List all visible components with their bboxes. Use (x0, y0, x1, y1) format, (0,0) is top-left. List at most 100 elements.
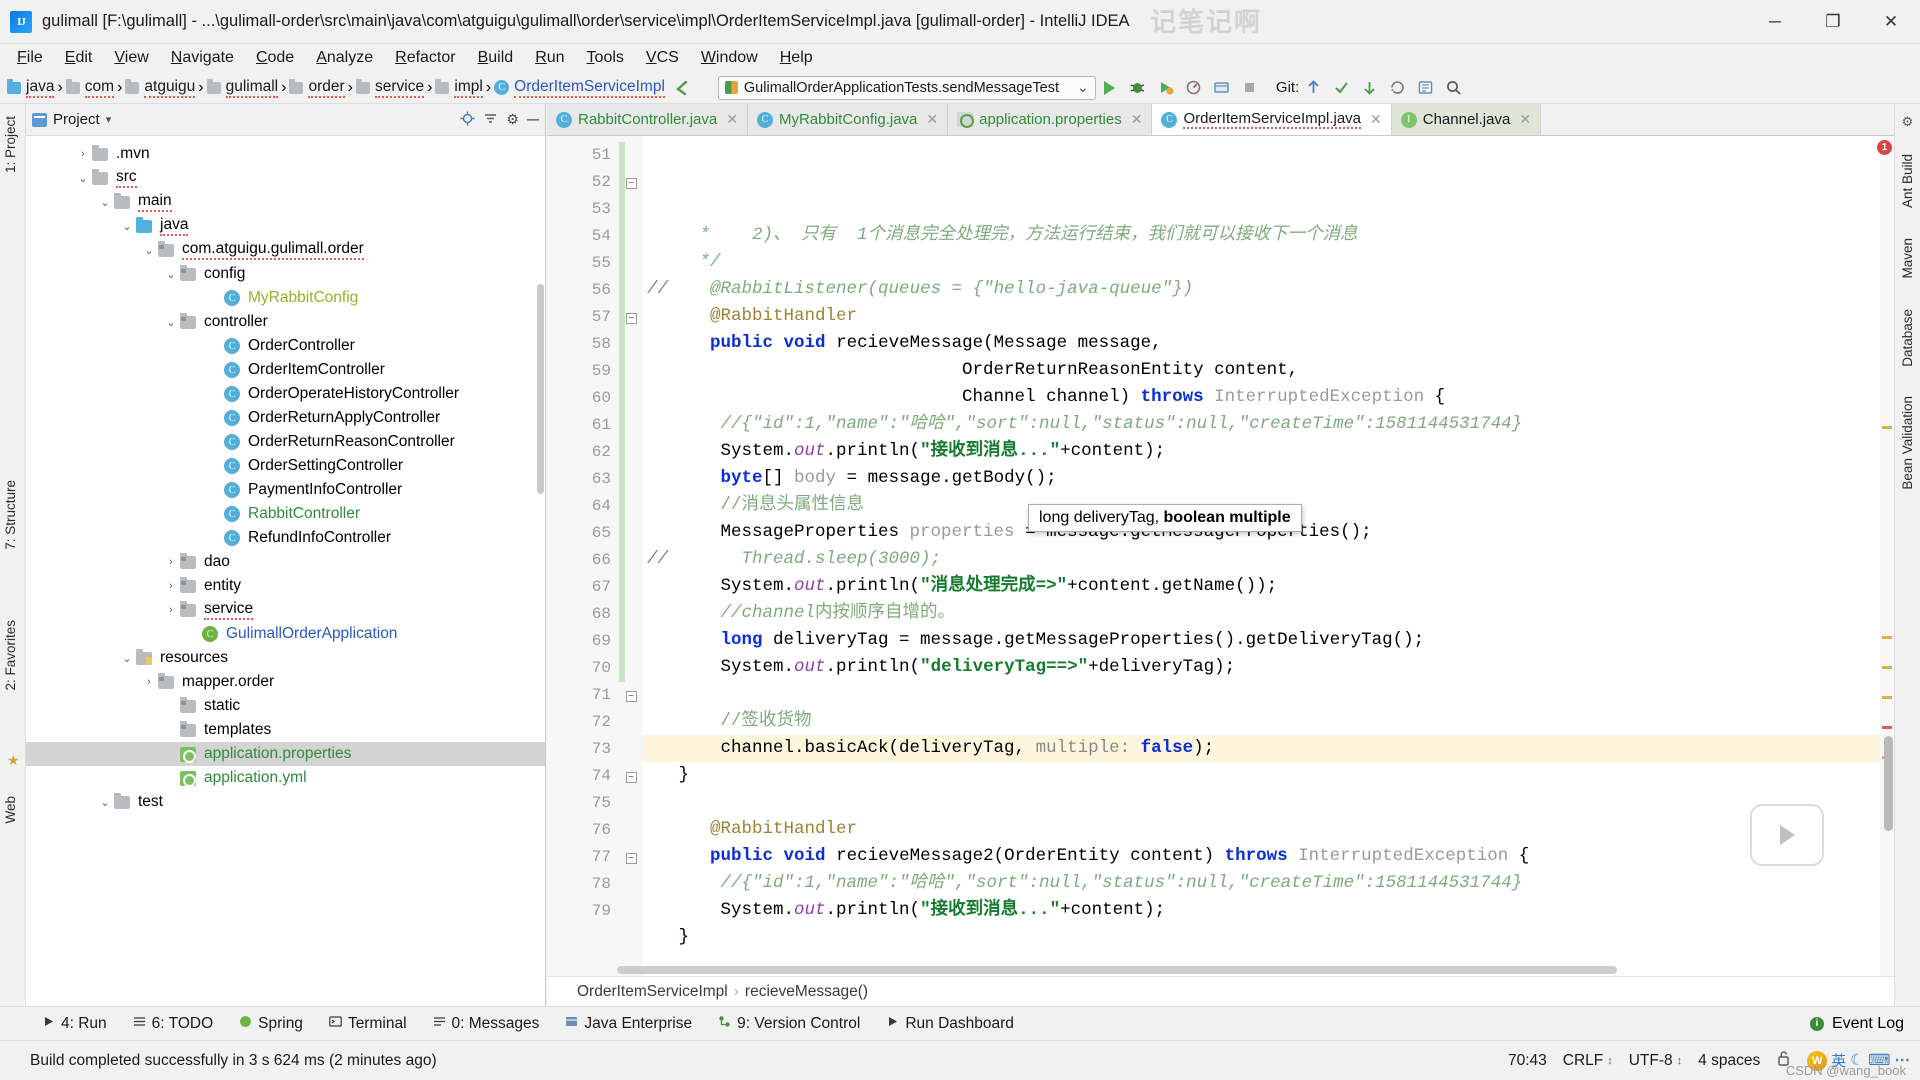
tree-node-application-yml[interactable]: application.yml (26, 766, 545, 790)
menu-item-run[interactable]: Run (524, 46, 575, 70)
tree-node-rabbitcontroller[interactable]: C RabbitController (26, 502, 545, 526)
minimize-button[interactable]: ─ (1746, 0, 1804, 44)
breadcrumb-item-impl[interactable]: impl (432, 78, 485, 98)
tool-window-4-run[interactable]: 4: Run (30, 1011, 119, 1037)
editor-vertical-scrollbar[interactable] (1884, 736, 1893, 831)
run-button[interactable] (1096, 74, 1124, 102)
menu-item-edit[interactable]: Edit (54, 46, 104, 70)
close-icon[interactable]: ✕ (1519, 111, 1531, 128)
chevron-down-icon[interactable]: ⌄ (162, 316, 180, 329)
tree-node-gulimallorderapplication[interactable]: C GulimallOrderApplication (26, 622, 545, 646)
breadcrumb-item-order[interactable]: order (286, 78, 347, 98)
tree-node-orderreturnreasoncontroller[interactable]: C OrderReturnReasonController (26, 430, 545, 454)
chevron-right-icon[interactable]: › (140, 676, 158, 688)
editor-tab-rabbitcontroller-java[interactable]: C RabbitController.java ✕ (547, 104, 748, 135)
tree-node-com-atguigu-gulimall-order[interactable]: ⌄ com.atguigu.gulimall.order (26, 238, 545, 262)
tree-node-orderitemcontroller[interactable]: C OrderItemController (26, 358, 545, 382)
chevron-down-icon[interactable]: ⌄ (162, 268, 180, 281)
chevron-down-icon[interactable]: ⌄ (96, 796, 114, 809)
warning-stripe-mark[interactable] (1882, 666, 1892, 669)
menu-item-code[interactable]: Code (245, 46, 305, 70)
close-button[interactable]: ✕ (1862, 0, 1920, 44)
chevron-down-icon[interactable]: ⌄ (140, 244, 158, 257)
tool-window-java-enterprise[interactable]: Java Enterprise (553, 1011, 704, 1037)
show-history-icon[interactable] (1411, 74, 1439, 102)
debug-icon[interactable] (1124, 74, 1152, 102)
close-icon[interactable]: ✕ (1131, 111, 1143, 128)
right-strip-label-ant-build[interactable]: Ant Build (1900, 148, 1915, 214)
right-strip-label-database[interactable]: Database (1900, 303, 1915, 373)
back-arrow-icon[interactable] (668, 74, 696, 102)
tree-node-config[interactable]: ⌄ config (26, 262, 545, 286)
git-update-icon[interactable] (1299, 74, 1327, 102)
error-stripe-gutter[interactable]: 1 (1877, 136, 1894, 976)
close-icon[interactable]: ✕ (726, 111, 738, 128)
breadcrumb-item-gulimall[interactable]: gulimall (204, 78, 282, 98)
breadcrumb-item-com[interactable]: com (63, 78, 117, 98)
collapse-all-icon[interactable] (483, 111, 498, 129)
tool-window-run-dashboard[interactable]: Run Dashboard (874, 1011, 1026, 1037)
breadcrumb-item-orderitemserviceimpl[interactable]: C OrderItemServiceImpl (491, 78, 668, 98)
menu-item-navigate[interactable]: Navigate (160, 46, 245, 70)
encoding-chip[interactable]: UTF-8 ↕ (1629, 1052, 1682, 1070)
chevron-right-icon[interactable]: › (162, 556, 180, 568)
tree-node-application-properties[interactable]: application.properties (26, 742, 545, 766)
breadcrumb-item-service[interactable]: service (353, 78, 427, 98)
tree-node-templates[interactable]: templates (26, 718, 545, 742)
tree-node-test[interactable]: ⌄ test (26, 790, 545, 814)
menu-item-vcs[interactable]: VCS (635, 46, 690, 70)
tree-node-entity[interactable]: › entity (26, 574, 545, 598)
run-with-coverage-icon[interactable] (1152, 74, 1180, 102)
indent-chip[interactable]: 4 spaces (1698, 1052, 1760, 1070)
tree-node-mapper-order[interactable]: › mapper.order (26, 670, 545, 694)
warning-stripe-mark[interactable] (1882, 426, 1892, 429)
chevron-right-icon[interactable]: › (74, 148, 92, 160)
chevron-down-icon[interactable]: ⌄ (96, 196, 114, 209)
fold-toggle[interactable]: − (619, 844, 643, 871)
tree-node-refundinfocontroller[interactable]: C RefundInfoController (26, 526, 545, 550)
right-strip-gear-icon[interactable]: ⚙ (1902, 114, 1914, 130)
error-count-badge[interactable]: 1 (1877, 140, 1892, 155)
menu-item-refactor[interactable]: Refactor (384, 46, 466, 70)
tool-window-spring[interactable]: Spring (227, 1011, 315, 1037)
editor-horizontal-scrollbar[interactable] (617, 966, 1617, 974)
tool-window-terminal[interactable]: Terminal (317, 1011, 419, 1037)
tree-node--mvn[interactable]: › .mvn (26, 142, 545, 166)
chevron-down-icon[interactable]: ⌄ (74, 172, 92, 185)
tree-node-myrabbitconfig[interactable]: C MyRabbitConfig (26, 286, 545, 310)
chevron-down-icon[interactable]: ⌄ (118, 220, 136, 233)
chevron-right-icon[interactable]: › (162, 580, 180, 592)
stop-icon[interactable] (1236, 74, 1264, 102)
locate-icon[interactable] (460, 111, 475, 129)
editor-tab-channel-java[interactable]: I Channel.java ✕ (1391, 104, 1542, 135)
chevron-down-icon[interactable]: ▾ (106, 113, 112, 126)
sidebar-item-favorites[interactable]: 2: Favorites (3, 614, 18, 697)
tree-node-java[interactable]: ⌄ java (26, 214, 545, 238)
right-strip-label-maven[interactable]: Maven (1900, 232, 1915, 285)
tool-window-0-messages[interactable]: 0: Messages (421, 1011, 552, 1037)
search-everywhere-icon[interactable] (1439, 74, 1467, 102)
git-history-icon[interactable] (1383, 74, 1411, 102)
maximize-button[interactable]: ❐ (1804, 0, 1862, 44)
event-log-button[interactable]: Event Log (1832, 1015, 1904, 1033)
menu-item-tools[interactable]: Tools (576, 46, 635, 70)
project-tree-scrollbar[interactable] (537, 284, 544, 494)
menu-item-window[interactable]: Window (690, 46, 769, 70)
tree-node-main[interactable]: ⌄ main (26, 190, 545, 214)
git-commit-icon[interactable] (1327, 74, 1355, 102)
sidebar-item-structure[interactable]: 7: Structure (3, 474, 18, 556)
editor-tab-myrabbitconfig-java[interactable]: C MyRabbitConfig.java ✕ (747, 104, 949, 135)
hide-icon[interactable]: ─ (527, 111, 539, 128)
tree-node-static[interactable]: static (26, 694, 545, 718)
tree-node-ordercontroller[interactable]: C OrderController (26, 334, 545, 358)
breadcrumb-method[interactable]: recieveMessage() (745, 983, 868, 1001)
menu-item-help[interactable]: Help (769, 46, 824, 70)
fold-toggle[interactable]: − (619, 763, 643, 790)
chevron-down-icon[interactable]: ⌄ (1077, 80, 1089, 96)
tool-window-9-version-control[interactable]: 9: Version Control (706, 1011, 872, 1037)
close-icon[interactable]: ✕ (1370, 111, 1382, 128)
profiler-icon[interactable] (1180, 74, 1208, 102)
tree-node-orderreturnapplycontroller[interactable]: C OrderReturnApplyController (26, 406, 545, 430)
editor-tab-application-properties[interactable]: application.properties ✕ (948, 104, 1153, 135)
tree-node-paymentinfocontroller[interactable]: C PaymentInfoController (26, 478, 545, 502)
